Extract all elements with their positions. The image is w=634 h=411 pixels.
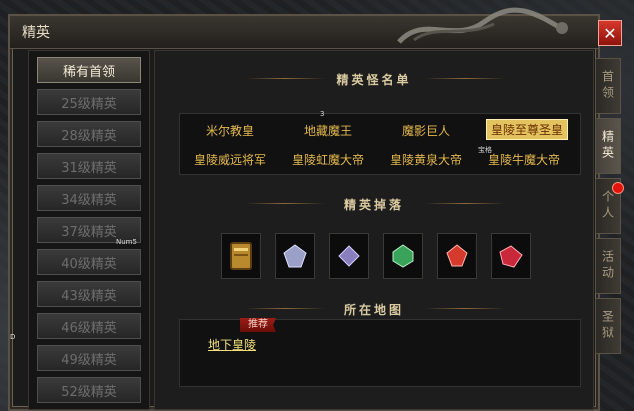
alert-dot-icon bbox=[612, 182, 624, 194]
boss-name[interactable]: 魔影巨人 bbox=[402, 122, 450, 139]
book-icon bbox=[230, 242, 252, 270]
crystal-icon bbox=[338, 245, 360, 267]
dragon-ornament-icon bbox=[397, 7, 568, 44]
map-heading: 所在地图 bbox=[343, 303, 404, 317]
map-location-box: 推荐 地下皇陵 bbox=[179, 318, 581, 387]
boss-name[interactable]: 米尔教皇 bbox=[206, 122, 254, 139]
window-title: 精英 bbox=[22, 25, 50, 41]
drop-slot[interactable] bbox=[221, 233, 261, 279]
category-40-button[interactable]: 40级精英 bbox=[37, 249, 141, 275]
drop-slot[interactable] bbox=[275, 233, 315, 279]
window-titlebar[interactable]: 精英 bbox=[10, 7, 598, 49]
boss-name[interactable]: 地藏魔王 bbox=[304, 122, 352, 139]
boss-name[interactable]: 皇陵虹魔大帝 bbox=[292, 151, 364, 168]
elite-detail-panel: 精英怪名单 米尔教皇 地藏魔王 魔影巨人 皇陵至尊圣皇 皇陵威远将军 皇陵虹魔大… bbox=[154, 50, 594, 410]
crystal-icon bbox=[283, 244, 307, 268]
elite-window: 精英 稀有首领 25级精英 28级精英 31级精英 34级精英 37级精英 40… bbox=[8, 7, 600, 411]
drop-slot[interactable] bbox=[437, 233, 477, 279]
drop-slot[interactable] bbox=[329, 233, 369, 279]
close-button[interactable]: ✕ bbox=[598, 20, 622, 46]
tab-boss[interactable]: 首领 bbox=[595, 58, 621, 114]
boss-name-selected[interactable]: 皇陵至尊圣皇 bbox=[486, 119, 569, 140]
boss-name[interactable]: 皇陵威远将军 bbox=[194, 151, 266, 168]
gem-icon bbox=[446, 244, 468, 267]
drops-heading: 精英掉落 bbox=[343, 198, 404, 212]
drop-slot[interactable] bbox=[383, 233, 423, 279]
boss-list-heading: 精英怪名单 bbox=[336, 73, 412, 87]
overlay-label: D bbox=[10, 333, 16, 341]
category-rare-boss-button[interactable]: 稀有首领 bbox=[37, 57, 141, 83]
boss-name-grid: 米尔教皇 地藏魔王 魔影巨人 皇陵至尊圣皇 皇陵威远将军 皇陵虹魔大帝 皇陵黄泉… bbox=[179, 113, 581, 175]
overlay-label: 3 bbox=[320, 110, 325, 118]
gem-icon bbox=[499, 245, 523, 268]
boss-name[interactable]: 皇陵牛魔大帝 bbox=[488, 151, 560, 168]
recommend-badge: 推荐 bbox=[240, 318, 276, 332]
drop-slot[interactable] bbox=[491, 233, 531, 279]
tab-activity[interactable]: 活动 bbox=[595, 238, 621, 294]
category-34-button[interactable]: 34级精英 bbox=[37, 185, 141, 211]
category-49-button[interactable]: 49级精英 bbox=[37, 345, 141, 371]
tab-holy-prison[interactable]: 圣狱 bbox=[595, 298, 621, 354]
category-52-button[interactable]: 52级精英 bbox=[37, 377, 141, 403]
category-43-button[interactable]: 43级精英 bbox=[37, 281, 141, 307]
overlay-label: 宝格 bbox=[478, 146, 492, 154]
gem-icon bbox=[392, 244, 414, 268]
boss-name[interactable]: 皇陵黄泉大帝 bbox=[390, 151, 462, 168]
category-46-button[interactable]: 46级精英 bbox=[37, 313, 141, 339]
tab-elite[interactable]: 精英 bbox=[595, 118, 621, 174]
category-28-button[interactable]: 28级精英 bbox=[37, 121, 141, 147]
overlay-label: Num5 bbox=[116, 238, 137, 246]
map-location-link[interactable]: 地下皇陵 bbox=[208, 336, 256, 353]
elite-category-list: 稀有首领 25级精英 28级精英 31级精英 34级精英 37级精英 40级精英… bbox=[28, 50, 150, 410]
category-25-button[interactable]: 25级精英 bbox=[37, 89, 141, 115]
category-31-button[interactable]: 31级精英 bbox=[37, 153, 141, 179]
